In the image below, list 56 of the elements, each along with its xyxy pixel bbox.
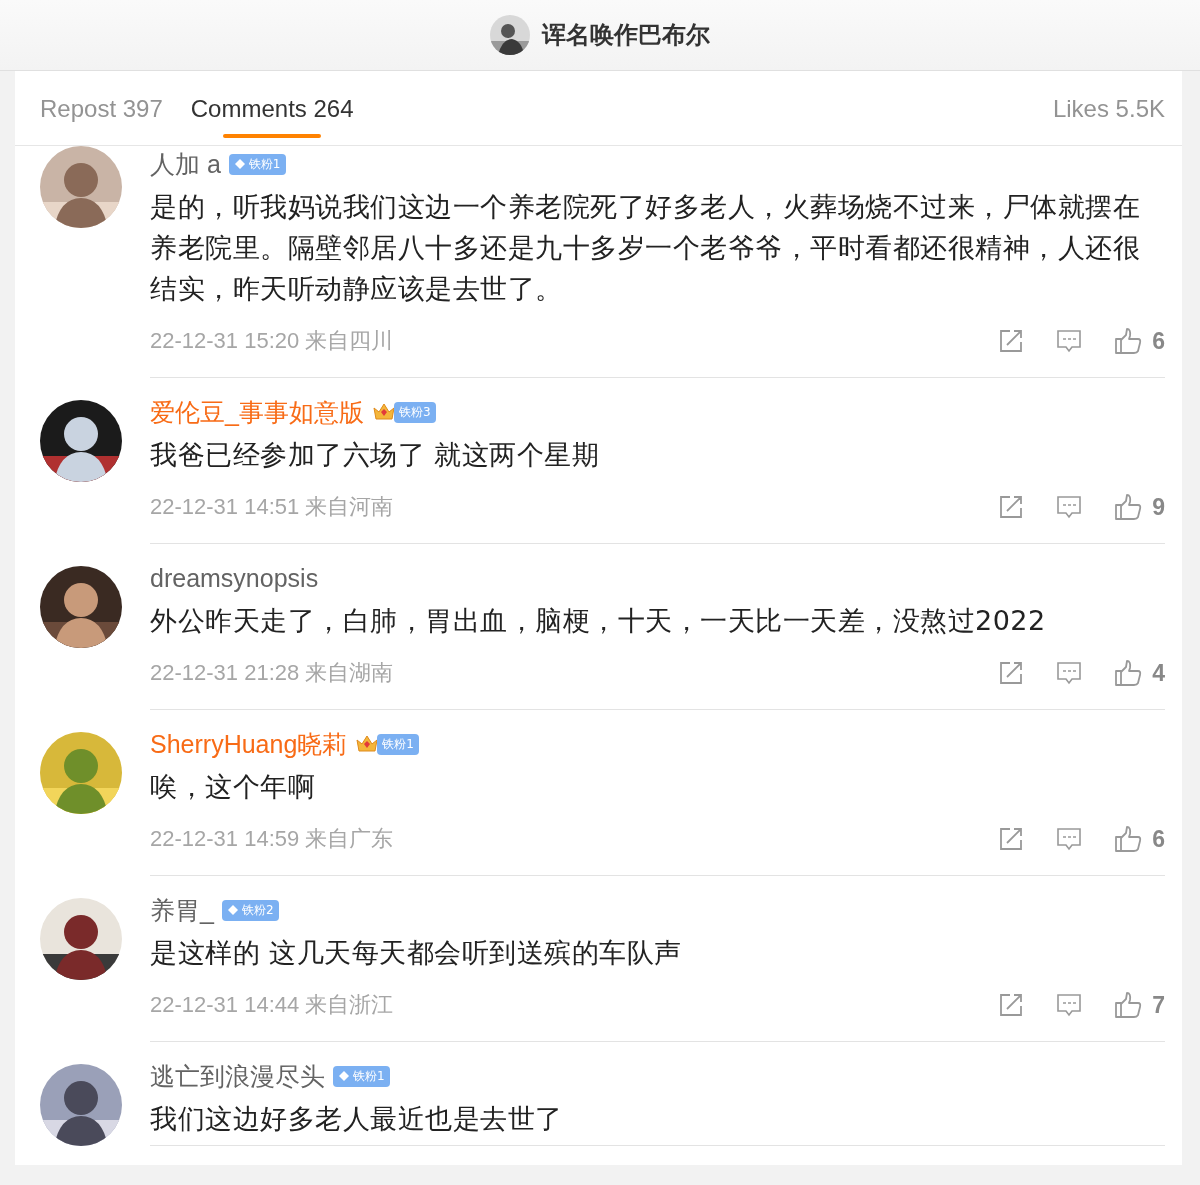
like-button[interactable]: 6 xyxy=(1114,327,1165,355)
likes-tab[interactable]: Likes 5.5K xyxy=(1052,78,1165,138)
page-title: 诨名唤作巴布尔 xyxy=(542,20,710,51)
username[interactable]: 养胃_ xyxy=(150,893,214,927)
like-button[interactable]: 6 xyxy=(1114,825,1165,853)
badge-label: 铁粉2 xyxy=(241,901,274,919)
share-icon[interactable] xyxy=(998,992,1025,1018)
badge-label: 铁粉3 xyxy=(398,403,431,421)
share-icon[interactable] xyxy=(998,660,1025,686)
comment-icon[interactable] xyxy=(1056,992,1083,1018)
username[interactable]: SherryHuang晓莉 xyxy=(150,727,348,761)
comment-icon[interactable] xyxy=(1056,660,1083,686)
diamond-icon xyxy=(233,158,246,170)
comment-icon[interactable] xyxy=(1056,494,1083,520)
comment-time: 22-12-31 15:20 来自四川 xyxy=(150,327,394,355)
diamond-icon xyxy=(226,904,239,916)
tab[interactable]: Comments 264 xyxy=(190,78,354,138)
comment-time: 22-12-31 14:51 来自河南 xyxy=(150,493,394,521)
badge-label: 铁粉1 xyxy=(353,1067,385,1085)
badge-label: 铁粉1 xyxy=(382,735,414,753)
thumbs-up-icon xyxy=(1114,825,1143,853)
comment-text: 是的，听我妈说我们这边一个养老院死了好多老人，火葬场烧不过来，尸体就摆在养老院里。隔壁邻居八十多还是九十多岁一个老爷爷，平时看都还很精神，人还很结实，昨天听动静应该是去世了。 xyxy=(150,190,1141,306)
username[interactable]: 人加 a xyxy=(150,147,221,181)
like-count: 7 xyxy=(1152,991,1165,1019)
like-count: 4 xyxy=(1152,659,1165,687)
comment-text: 我们这边好多老人最近也是去世了 xyxy=(150,1102,564,1136)
comment-icon[interactable] xyxy=(1056,826,1083,852)
comment-time: 22-12-31 14:44 来自浙江 xyxy=(150,991,394,1019)
badge-label: 铁粉1 xyxy=(248,155,281,173)
thumbs-up-icon xyxy=(1114,493,1143,521)
comment-time: 22-12-31 14:59 来自广东 xyxy=(150,825,394,853)
comment-text: 外公昨天走了，白肺，胃出血，脑梗，十天，一天比一天差，没熬过2022 xyxy=(150,604,1047,638)
username[interactable]: dreamsynopsis xyxy=(150,563,319,593)
comment-time: 22-12-31 21:28 来自湖南 xyxy=(150,659,394,687)
comment-text: 唉，这个年啊 xyxy=(150,770,316,804)
like-count: 9 xyxy=(1152,493,1165,521)
thumbs-up-icon xyxy=(1114,327,1143,355)
like-count: 6 xyxy=(1152,327,1165,355)
thumbs-up-icon xyxy=(1114,991,1143,1019)
like-count: 6 xyxy=(1152,825,1165,853)
share-icon[interactable] xyxy=(998,494,1025,520)
like-button[interactable]: 7 xyxy=(1114,991,1165,1019)
thumbs-up-icon xyxy=(1114,659,1143,687)
crown-icon xyxy=(355,734,380,754)
username[interactable]: 逃亡到浪漫尽头 xyxy=(150,1059,325,1093)
username[interactable]: 爱伦豆_事事如意版 xyxy=(150,395,364,429)
like-button[interactable]: 4 xyxy=(1114,659,1165,687)
tab[interactable]: Repost 397 xyxy=(40,78,163,138)
like-button[interactable]: 9 xyxy=(1114,493,1165,521)
share-icon[interactable] xyxy=(998,826,1025,852)
comment-text: 是这样的 这几天每天都会听到送殡的车队声 xyxy=(150,936,683,970)
share-icon[interactable] xyxy=(998,328,1025,354)
comment-text: 我爸已经参加了六场了 就这两个星期 xyxy=(150,438,601,472)
crown-icon xyxy=(371,402,396,422)
diamond-icon xyxy=(338,1070,350,1082)
comment-icon[interactable] xyxy=(1056,328,1083,354)
